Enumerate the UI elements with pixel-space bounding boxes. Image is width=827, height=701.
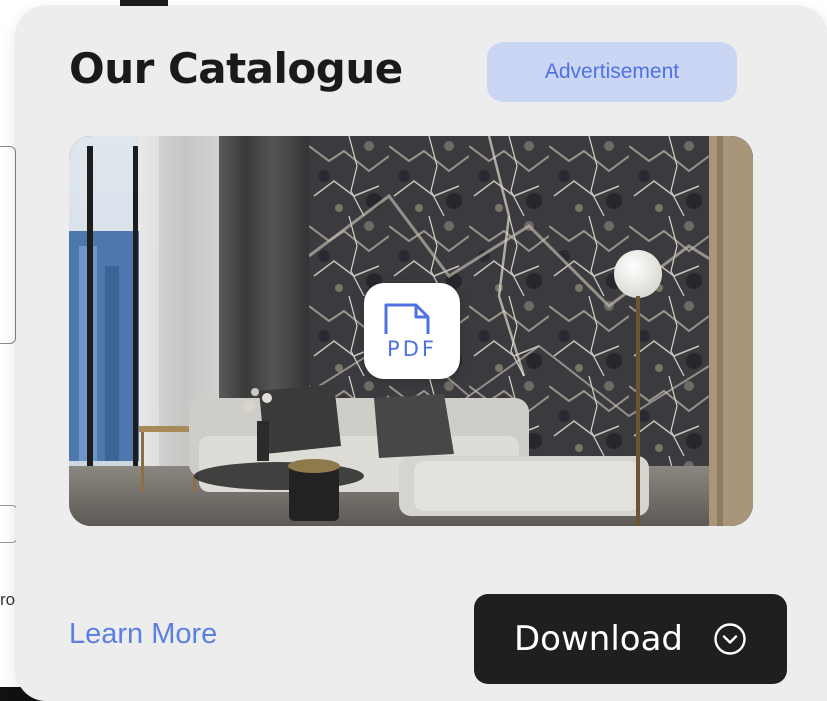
catalogue-card: Our Catalogue Advertisement PDF Learn Mo…: [16, 6, 827, 701]
learn-more-link[interactable]: Learn More: [69, 618, 217, 651]
download-button-label: Download: [513, 619, 683, 659]
advertisement-badge: Advertisement: [487, 42, 737, 102]
catalogue-preview-image[interactable]: PDF: [69, 136, 753, 526]
pdf-label: PDF: [387, 337, 437, 361]
card-title: Our Catalogue: [69, 44, 403, 93]
background-panel: [0, 146, 16, 344]
download-button[interactable]: Download: [474, 594, 787, 684]
chevron-down-circle-icon: [714, 623, 746, 655]
pdf-file-icon: [384, 303, 430, 334]
pdf-badge: PDF: [364, 283, 460, 379]
background-text-fragment: ro: [0, 590, 16, 609]
